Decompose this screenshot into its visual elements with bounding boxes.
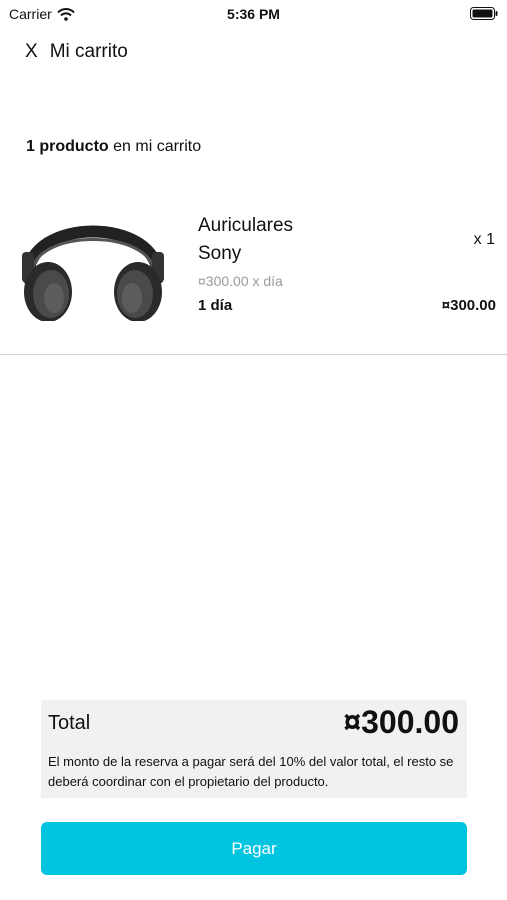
cart-count: 1 producto [26,138,109,155]
page-title: Mi carrito [49,41,128,62]
item-unit-price: ¤300.00 x día [198,273,283,289]
battery-icon [470,7,498,20]
close-button[interactable]: X [25,41,38,63]
cart-count-suffix: en mi carrito [113,138,202,155]
payment-note: El monto de la reserva a pagar será del … [48,754,454,789]
status-time: 5:36 PM [227,6,280,22]
item-name-line2: Sony [198,243,242,264]
cart-item[interactable]: Auriculares Sony x 1 ¤300.00 x día 1 día… [0,200,507,330]
divider [0,354,507,355]
header: X Mi carrito [25,41,128,63]
total-value: ¤300.00 [343,704,459,740]
headphones-icon [21,225,165,321]
item-name: Auriculares Sony [198,212,358,268]
item-name-line1: Auriculares [198,215,294,236]
item-days: 1 día [198,297,233,314]
status-bar: Carrier 5:36 PM [0,0,507,28]
item-quantity: x 1 [473,231,495,248]
total-label: Total [48,712,91,734]
item-line-total: ¤300.00 [441,297,496,314]
total-box: Total ¤300.00 El monto de la reserva a p… [41,700,467,798]
cart-summary: 1 producto en mi carrito [26,138,201,156]
pay-button[interactable]: Pagar [41,822,467,875]
